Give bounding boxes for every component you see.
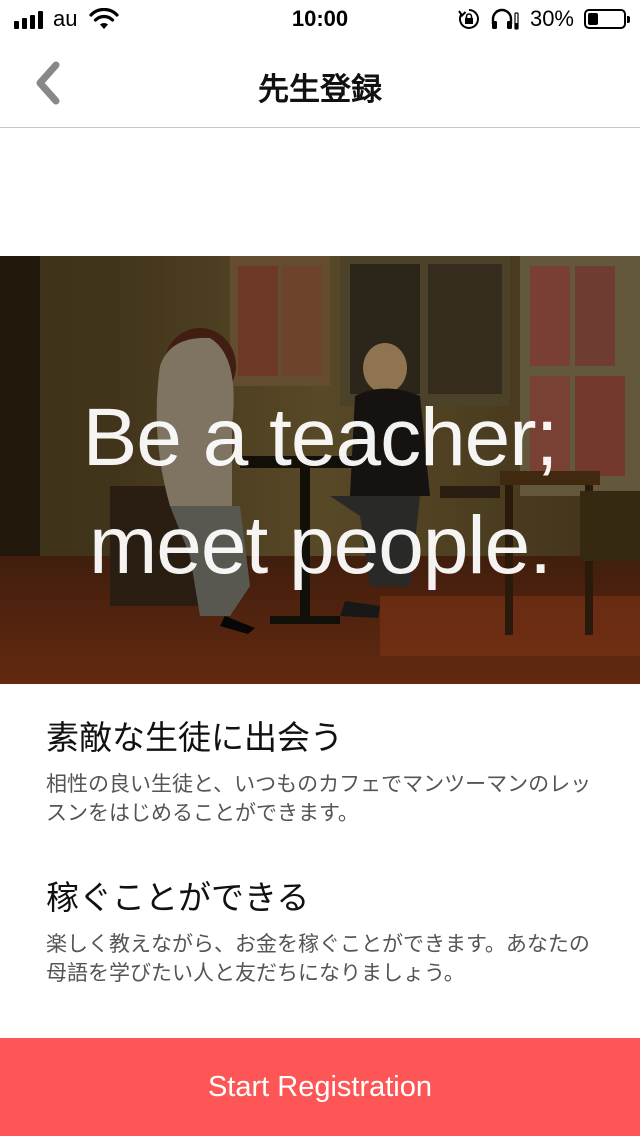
battery-percent: 30%	[529, 6, 574, 31]
hero-image: Be a teacher; meet people.	[0, 256, 640, 684]
battery-fill	[588, 13, 598, 25]
teacher-registration-screen: au 10:00 30% 先生登録 Be a teacher; meet peo…	[0, 0, 640, 1136]
status-bar: au 10:00 30%	[0, 0, 640, 40]
feature-description: 楽しく教えながら、お金を稼ぐことができます。あなたの母語を学びたい人と友だちにな…	[46, 932, 590, 985]
hero-tagline: Be a teacher; meet people.	[0, 384, 640, 600]
navigation-bar: 先生登録	[0, 40, 640, 128]
battery-icon	[584, 9, 630, 29]
feature-title: 稼ぐことができる	[46, 878, 310, 917]
status-bar-right: 30%	[458, 6, 630, 32]
feature-earn-money: 稼ぐことができる 楽しく教えながら、お金を稼ぐことができます。あなたの母語を学び…	[46, 876, 606, 988]
hero-line-2: meet people.	[88, 500, 552, 591]
hero-line-1: Be a teacher;	[82, 392, 559, 483]
headphones-icon	[491, 8, 519, 30]
feature-title: 素敵な生徒に出会う	[46, 718, 343, 757]
start-registration-button[interactable]: Start Registration	[0, 1038, 640, 1136]
orientation-lock-icon	[458, 9, 479, 29]
feature-description: 相性の良い生徒と、いつものカフェでマンツーマンのレッスンをはじめることができます…	[46, 772, 592, 825]
page-title: 先生登録	[258, 72, 382, 108]
battery-cap	[627, 16, 630, 23]
feature-meet-students: 素敵な生徒に出会う 相性の良い生徒と、いつものカフェでマンツーマンのレッスンをは…	[46, 716, 606, 828]
